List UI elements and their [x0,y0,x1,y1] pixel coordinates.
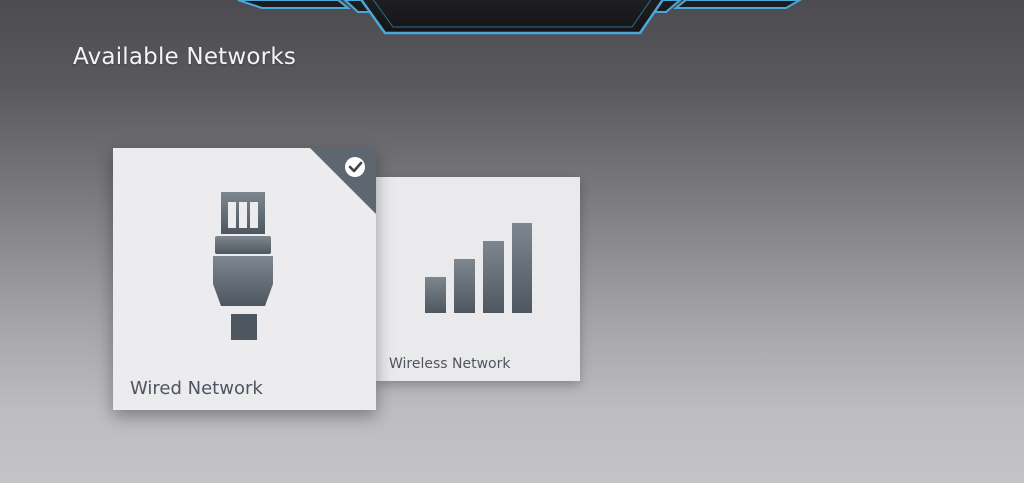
network-tile-wireless[interactable]: Wireless Network [376,177,580,381]
selected-check-icon [310,148,376,214]
signal-bars-icon [425,223,532,313]
network-tile-label: Wired Network [130,378,263,399]
top-frame-decoration [237,0,803,35]
network-tile-wired[interactable]: Wired Network [113,148,376,410]
ethernet-plug-icon [213,192,273,340]
network-tile-label: Wireless Network [389,356,511,372]
page-title: Available Networks [73,44,297,70]
